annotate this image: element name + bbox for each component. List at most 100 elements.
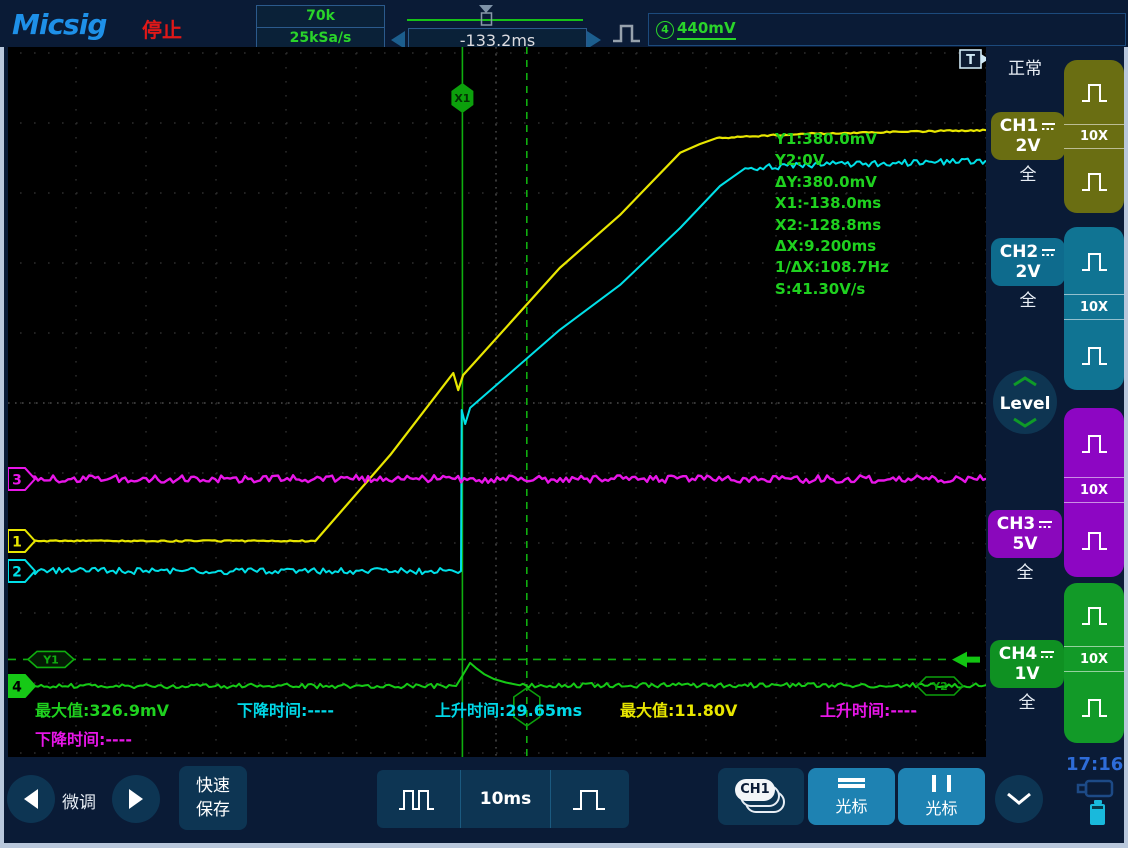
- acquisition-box[interactable]: 70k 25kSa/s: [256, 5, 385, 51]
- usb-icon: [1076, 778, 1116, 800]
- pulse-icon[interactable]: [1064, 60, 1124, 124]
- ch3-scale: 5V: [1013, 534, 1038, 554]
- cursor-x1: X1:-138.0ms: [775, 193, 889, 214]
- svg-text:Y1: Y1: [42, 653, 59, 666]
- probe-factor-ch1[interactable]: 10X: [1064, 125, 1124, 148]
- narrow-pulse-icon: [396, 785, 442, 813]
- trigger-slope-icon[interactable]: [611, 20, 643, 46]
- cursor-dy: ΔY:380.0mV: [775, 172, 889, 193]
- trigger-level-value: 440mV: [677, 19, 736, 40]
- next-button[interactable]: [112, 775, 160, 823]
- quick-save-button[interactable]: 快速 保存: [179, 766, 247, 830]
- probe-factor-ch3[interactable]: 10X: [1064, 478, 1124, 502]
- dc-coupling-icon: [1040, 650, 1055, 659]
- meas-ch2-risetime: 上升时间:29.65ms: [435, 697, 582, 721]
- ch2-label: CH2: [1000, 242, 1039, 262]
- cursor-freq: 1/ΔX:108.7Hz: [775, 257, 889, 278]
- slider-handle-icon[interactable]: [477, 4, 497, 29]
- level-label: Level: [1000, 394, 1051, 414]
- dc-coupling-icon: [1038, 520, 1053, 529]
- ch4-scale: 1V: [1015, 664, 1040, 684]
- ch4-bandwidth[interactable]: 全: [990, 688, 1064, 713]
- channel-stack-icon: CH1: [735, 779, 787, 815]
- pulse-icon[interactable]: [1064, 503, 1124, 576]
- quick-save-line1: 快速: [196, 776, 230, 796]
- meas-ch1-max: 最大值:11.80V: [620, 697, 737, 721]
- svg-text:T: T: [966, 53, 975, 68]
- screen-frame-right: [1124, 0, 1128, 848]
- channel-button-ch2[interactable]: CH2 2V: [991, 238, 1065, 286]
- probe-strip-ch2[interactable]: 10X: [1064, 227, 1124, 390]
- svg-text:1: 1: [12, 534, 22, 550]
- meas-ch3-risetime: 上升时间:----: [820, 697, 917, 721]
- pulse-icon[interactable]: [1064, 408, 1124, 477]
- dc-coupling-icon: [1041, 248, 1056, 257]
- svg-text:Y2: Y2: [931, 680, 948, 693]
- screen-frame-left: [0, 44, 4, 848]
- svg-text:3: 3: [12, 473, 22, 489]
- pulse-icon[interactable]: [1064, 227, 1124, 294]
- ch1-scale: 2V: [1016, 136, 1041, 156]
- pulse-icon[interactable]: [1064, 672, 1124, 742]
- channel-button-ch1[interactable]: CH1 2V: [991, 112, 1065, 160]
- trigger-mode-label[interactable]: 正常: [1008, 54, 1042, 79]
- cursor-vertical-button[interactable]: 光标: [898, 768, 985, 825]
- ch1-bandwidth[interactable]: 全: [991, 160, 1065, 185]
- trigger-level-box[interactable]: 4 440mV: [648, 13, 1126, 46]
- cursor-v-label: 光标: [925, 795, 957, 819]
- channel-button-ch3[interactable]: CH3 5V: [988, 510, 1062, 558]
- pulse-icon[interactable]: [1064, 149, 1124, 212]
- ch3-bandwidth[interactable]: 全: [988, 558, 1062, 583]
- timebase-zoom-in-button[interactable]: [550, 770, 629, 828]
- pulse-icon[interactable]: [1064, 320, 1124, 389]
- waveform-display[interactable]: 1 2 3 4 X1 Y1 Y2 T Y1:380.0mV Y2:0V ΔY:380.0mV …: [8, 47, 986, 757]
- probe-factor-ch2[interactable]: 10X: [1064, 295, 1124, 319]
- right-triangle-icon: [127, 788, 145, 810]
- horizontal-cursor-icon: [838, 776, 865, 790]
- timebase-value[interactable]: 10ms: [460, 770, 550, 828]
- quick-save-line2: 保存: [196, 800, 230, 820]
- level-button[interactable]: Level: [992, 369, 1058, 435]
- cursor-x2: X2:-128.8ms: [775, 215, 889, 236]
- probe-strip-ch3[interactable]: 10X: [1064, 408, 1124, 577]
- cursor-readout-block: Y1:380.0mV Y2:0V ΔY:380.0mV X1:-138.0ms …: [775, 129, 889, 300]
- run-state-label[interactable]: 停止: [142, 14, 182, 43]
- top-bar: Micsig 停止 70k 25kSa/s -133.2ms 4 440mV: [0, 0, 1128, 47]
- screen-frame-bottom: [0, 843, 1128, 848]
- channel-button-ch4[interactable]: CH4 1V: [990, 640, 1064, 688]
- meas-ch2-falltime: 下降时间:----: [237, 697, 334, 721]
- probe-strip-ch1[interactable]: 10X: [1064, 60, 1124, 213]
- cursor-horizontal-button[interactable]: 光标: [808, 768, 895, 825]
- vertical-cursor-icon: [932, 775, 951, 792]
- cursor-h-label: 光标: [835, 793, 867, 817]
- prev-button[interactable]: [7, 775, 55, 823]
- svg-text:4: 4: [12, 680, 22, 696]
- ch1-label: CH1: [1000, 116, 1039, 136]
- wide-pulse-icon: [570, 785, 610, 813]
- svg-text:2: 2: [12, 565, 22, 581]
- cursor-y2: Y2:0V: [775, 150, 889, 171]
- clock: 17:16: [1066, 754, 1123, 775]
- svg-text:X1: X1: [454, 92, 470, 105]
- channel-badge-label: CH1: [735, 779, 775, 801]
- sample-rate: 25kSa/s: [257, 28, 384, 49]
- dc-coupling-icon: [1041, 122, 1056, 131]
- timebase-group: 10ms: [377, 770, 629, 828]
- channel-select-button[interactable]: CH1: [718, 768, 804, 825]
- meas-ch3-falltime: 下降时间:----: [35, 726, 132, 750]
- cursor-y1: Y1:380.0mV: [775, 129, 889, 150]
- timebase-zoom-out-button[interactable]: [377, 770, 460, 828]
- fine-adjust-label: 微调: [62, 788, 96, 813]
- chevron-down-icon: [1006, 792, 1032, 806]
- collapse-menu-button[interactable]: [995, 775, 1043, 823]
- left-triangle-icon: [22, 788, 40, 810]
- pulse-icon[interactable]: [1064, 583, 1124, 646]
- trigger-source-icon: 4: [656, 21, 674, 39]
- ch3-label: CH3: [997, 514, 1036, 534]
- probe-strip-ch4[interactable]: 10X: [1064, 583, 1124, 743]
- ch2-scale: 2V: [1016, 262, 1041, 282]
- cursor-dx: ΔX:9.200ms: [775, 236, 889, 257]
- cursor-slope: S:41.30V/s: [775, 279, 889, 300]
- ch2-bandwidth[interactable]: 全: [991, 286, 1065, 311]
- probe-factor-ch4[interactable]: 10X: [1064, 647, 1124, 671]
